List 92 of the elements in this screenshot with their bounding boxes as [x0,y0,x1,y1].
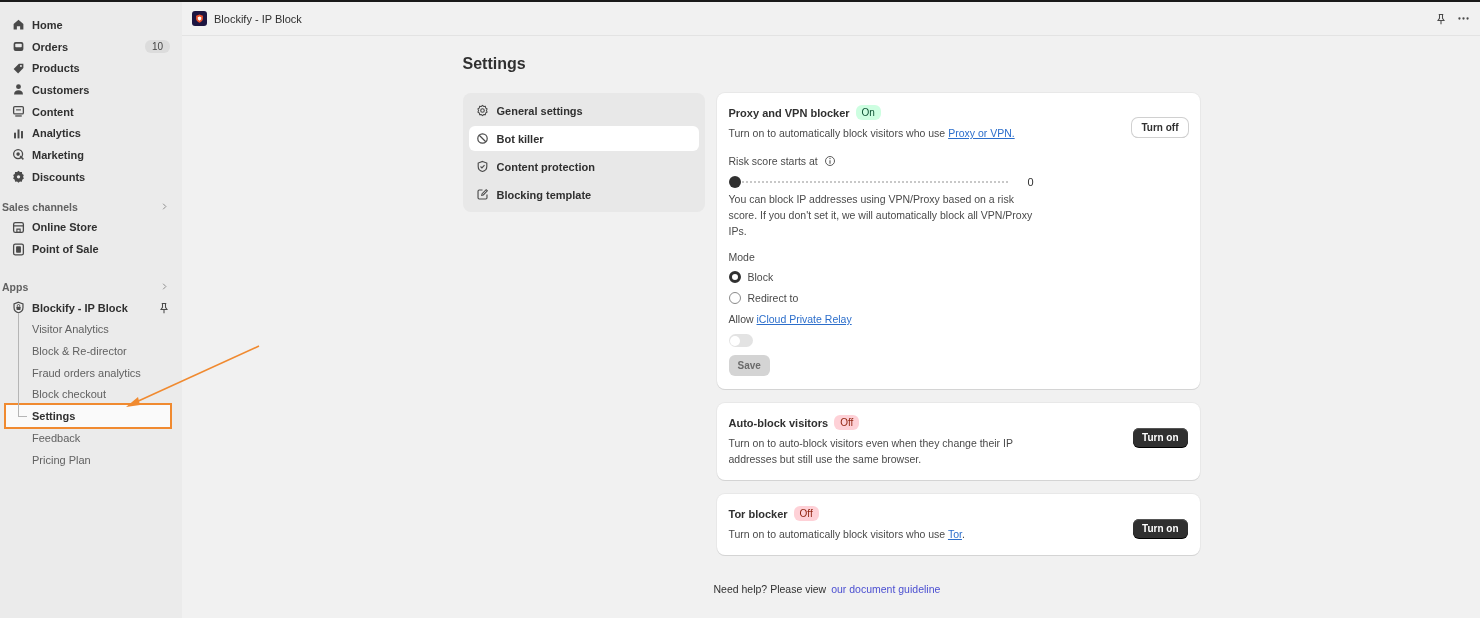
sidebar-item[interactable]: Marketing [0,144,182,166]
sidebar-subitem[interactable]: Feedback [6,427,172,449]
sidebar-item-label: Blockify - IP Block [32,301,128,314]
section-heading: Sales channels [2,200,78,213]
settings-nav-label: Content protection [496,160,595,173]
field-label: Mode [728,251,756,263]
sidebar-subitem[interactable]: Fraud orders analytics [6,361,172,384]
sidebar-item-label: Point of Sale [32,243,99,256]
sidebar-subitem[interactable]: Block checkout [6,383,172,406]
app-logo-icon [192,11,207,26]
sidebar-item-label: Customers [32,83,90,96]
person-icon [12,83,25,97]
settings-nav-label: Blocking template [496,188,592,201]
allow-text: Allow iCloud Private Relay [728,313,853,325]
card-title: Proxy and VPN blocker [728,106,850,119]
sidebar-item-label: Orders [32,40,69,53]
settings-nav-label: Bot killer [496,132,544,145]
status-badge: Off [793,506,819,521]
radio-button[interactable] [728,270,741,283]
toggle-button[interactable]: Turn on [1133,519,1188,538]
slider-value: 0 [1027,176,1034,188]
status-badge: On [855,105,881,120]
toggle-button[interactable]: Turn on [1133,428,1188,447]
sidebar-item[interactable]: Point of Sale [0,238,182,260]
shield-lock-icon [12,301,25,315]
relay-link[interactable]: iCloud Private Relay [756,313,852,325]
sidebar-item-label: Marketing [32,148,84,161]
sidebar-item[interactable]: Home [0,14,182,36]
status-badge: Off [834,415,860,430]
radio-option[interactable]: Block [728,266,1188,288]
prohibited-icon [475,132,489,145]
settings-nav-item[interactable]: Bot killer [468,126,699,151]
sidebar-item-label: Products [32,62,80,75]
radio-label: Block [747,270,774,283]
store-icon [12,220,25,234]
radio-button[interactable] [728,292,741,305]
toggle-button[interactable]: Turn off [1132,118,1188,137]
guideline-link[interactable]: our document guideline [831,583,941,595]
target-icon [12,148,25,162]
sidebar-item-label: Home [32,18,63,31]
sidebar-subitem[interactable]: Block & Re-director [6,340,172,362]
discount-badge-icon [12,170,25,184]
info-icon [823,155,836,167]
card-title: Auto-block visitors [728,416,829,429]
field-label: Risk score starts at [728,155,818,167]
pin-icon[interactable] [1435,12,1447,25]
bar-chart-icon [12,126,25,140]
sidebar-item-label: Analytics [32,127,81,140]
sidebar-item[interactable]: Online Store [0,216,182,239]
edit-icon [475,188,489,201]
app-title: Blockify - IP Block [214,12,302,25]
sidebar-item-label: Content [32,105,74,118]
settings-nav-label: General settings [496,104,583,117]
card-description: Turn on to automatically block visitors who use Tor. [728,527,965,542]
page-title: Settings [462,55,527,73]
card-title: Tor blocker [728,507,788,520]
help-link[interactable]: Proxy or VPN. [948,127,1015,139]
settings-icon [475,104,489,117]
register-icon [12,242,25,256]
shield-check-icon [475,160,489,173]
section-heading: Apps [2,280,29,293]
help-text: Need help? Please view our document guideline [713,583,941,595]
slider-track[interactable] [728,176,1009,188]
card-description: Turn on to automatically block visitors who use Proxy or VPN. [728,126,1015,141]
settings-nav-item[interactable]: Blocking template [468,182,699,207]
sidebar-item-label: Online Store [32,221,98,234]
toggle-switch[interactable] [728,334,753,347]
pin-icon[interactable] [158,301,170,314]
radio-label: Redirect to [747,292,799,305]
tag-icon [12,61,25,75]
monitor-icon [12,105,25,119]
sidebar-subitem[interactable]: Pricing Plan [6,448,172,471]
help-link[interactable]: Tor [947,528,962,540]
sidebar-item[interactable]: Customers [0,79,182,101]
card-description: Turn on to auto-block visitors even when they change their IP addresses but still use the same browser. [728,436,1014,467]
sidebar-item-label: Discounts [32,170,86,183]
count-badge: 10 [144,40,170,54]
sidebar-subitem[interactable]: Visitor Analytics [6,318,172,341]
slider-thumb[interactable] [728,176,741,188]
sidebar-item[interactable]: Content [0,100,182,123]
help-text: You can block IP addresses using VPN/Proxy based on a risk score. If you don't set it, we will automatically block all VPN/Proxy IPs. [728,192,1034,239]
sidebar-item[interactable]: Analytics [0,122,182,145]
sidebar-subitem[interactable]: Settings [6,405,170,427]
inbox-icon [12,40,25,54]
radio-option[interactable]: Redirect to [728,287,1188,309]
sidebar-item[interactable]: Orders 10 [0,35,182,58]
settings-nav-item[interactable]: Content protection [468,154,699,179]
sidebar-item[interactable]: Discounts [0,165,182,188]
sidebar-item[interactable]: Blockify - IP Block [0,296,182,319]
sidebar-item[interactable]: Products [0,57,182,80]
settings-nav-item[interactable]: General settings [468,98,699,123]
home-icon [12,18,25,32]
